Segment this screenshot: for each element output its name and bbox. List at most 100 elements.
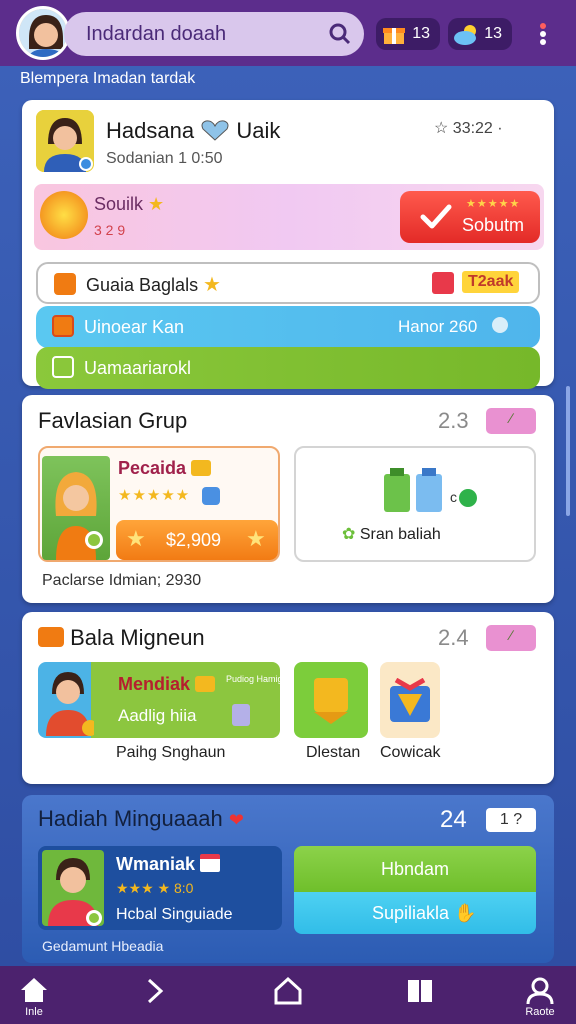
section-title: Hadiah Minguaaah ❤ — [38, 806, 244, 832]
section-title-text: Hadiah Minguaaah — [38, 806, 223, 831]
section-title: Bala Migneun — [38, 625, 205, 651]
more-menu-icon[interactable] — [536, 18, 550, 50]
book-icon — [408, 980, 432, 1002]
edit-button[interactable]: ∕ — [486, 408, 536, 434]
list-row-guides[interactable]: Guaia Baglals ★ T2aak — [36, 262, 540, 304]
page-subtitle: Blempera Imadan tardak — [20, 70, 196, 87]
pencil-icon: ∕ — [510, 410, 513, 426]
person-icon — [42, 850, 104, 926]
user-icon — [526, 977, 554, 1005]
flower-icon: ✿ — [342, 526, 356, 543]
pencil-icon: ∕ — [510, 627, 513, 643]
profile-name: Hadsana Uaik — [106, 118, 280, 144]
tag-icon — [195, 676, 216, 692]
nav-profile[interactable]: Raote — [510, 966, 570, 1024]
scrollbar[interactable] — [566, 386, 570, 516]
nav-forward[interactable] — [124, 966, 184, 1024]
section-note: Paclarse Idmian; 2930 — [42, 572, 202, 589]
price-label: $2,909 — [166, 530, 222, 550]
supplies-button[interactable]: Supiliakla ✋ — [294, 892, 536, 934]
price-button[interactable]: ★ $2,909 ★ — [116, 520, 278, 560]
user-tile-small: Pudiog Hamigs — [226, 674, 288, 684]
tag-icon — [191, 460, 212, 476]
nav-home[interactable]: Inle — [4, 966, 64, 1024]
section-title: Favlasian Grup — [38, 408, 188, 433]
promo-title: Souilk ★ — [94, 194, 164, 215]
section-count: 2.4 — [438, 625, 469, 650]
weather-count: 13 — [484, 25, 502, 42]
coin-icon — [232, 704, 250, 726]
heart-icon — [201, 120, 229, 141]
row-value: Hanor 260 — [398, 317, 478, 336]
profile-rating[interactable]: ☆ 33:22 · — [434, 118, 503, 138]
section-count: 24 — [440, 806, 467, 833]
gift-counter[interactable]: 13 — [376, 18, 440, 50]
product-stars: ★★★★★ — [118, 487, 191, 504]
user-tile-sub: Aadlig hiia — [118, 706, 197, 725]
trophy-icon — [40, 191, 88, 239]
row-badge: T2aak — [462, 271, 520, 293]
reward-user-sub: Hcbal Singuiade — [116, 906, 233, 923]
supplies-label: Supiliakla — [372, 903, 450, 923]
gift-icon — [432, 272, 454, 294]
promo-subtitle: 3 2 9 — [94, 222, 126, 238]
section-chip[interactable]: 1 ? — [486, 808, 536, 832]
profile-name-suffix: Uaik — [236, 118, 281, 143]
row-label: Guaia Baglals — [86, 275, 199, 295]
reward-tile-gold[interactable] — [294, 662, 368, 738]
search-input[interactable]: Indardan doaah — [86, 23, 226, 46]
weather-counter[interactable]: 13 — [448, 18, 512, 50]
list-row-kan[interactable]: Uinoear Kan Hanor 260 — [36, 306, 540, 348]
person-icon — [46, 672, 94, 736]
person-icon — [36, 110, 94, 172]
row-label: Uamaariarokl — [84, 358, 192, 378]
bottles-icon: c — [384, 468, 477, 512]
claim-button[interactable]: Hbndam — [294, 846, 536, 892]
info-icon — [492, 317, 508, 333]
reward-caption: Dlestan — [306, 744, 361, 761]
star-icon: ★ — [126, 526, 146, 551]
gift-count: 13 — [412, 25, 430, 42]
home-icon — [21, 978, 47, 1002]
user-avatar[interactable] — [16, 6, 70, 60]
grid-icon — [52, 315, 74, 337]
promo-button-label: Sobutm — [462, 215, 525, 235]
promo-title-text: Souilk — [94, 194, 144, 214]
heart-icon: ❤ — [228, 810, 244, 830]
cloud-icon — [454, 25, 476, 45]
user-tile-caption: Paihg Snghaun — [116, 744, 226, 761]
nav-label: Inle — [25, 1006, 43, 1018]
nav-book[interactable] — [390, 966, 450, 1024]
user-tile-title: Mendiak — [118, 674, 216, 695]
present-icon — [390, 678, 430, 722]
character-icon — [55, 472, 103, 560]
house-outline-icon — [274, 976, 302, 1005]
list-row-uamaar[interactable]: Uamaariarokl — [36, 347, 540, 389]
svg-text:c: c — [450, 489, 457, 505]
cube-icon — [52, 356, 74, 378]
promo-button[interactable]: ★★★★★ Sobutm — [400, 191, 540, 243]
product-title: Pecaida — [118, 458, 212, 479]
reward-user-title-text: Wmaniak — [116, 854, 196, 874]
star-icon: ★ — [203, 274, 221, 296]
row-label: Uinoear Kan — [84, 317, 185, 337]
section-note: Gedamunt Hbeadia — [42, 938, 164, 954]
edit-button[interactable]: ∕ — [486, 625, 536, 651]
badge-icon — [202, 487, 220, 505]
section-count: 2.3 — [438, 408, 469, 433]
star-icon: ★ — [246, 526, 266, 551]
hand-icon: ✋ — [454, 903, 477, 923]
search-bar[interactable]: Indardan doaah — [64, 12, 364, 56]
reward-caption: Cowicak — [380, 744, 441, 761]
gift-tile-label-text: Sran baliah — [359, 526, 441, 543]
gift-tile-label: ✿ Sran baliah — [342, 524, 441, 544]
nav-house[interactable] — [258, 966, 318, 1024]
profile-avatar[interactable] — [36, 110, 94, 172]
search-icon[interactable] — [328, 22, 352, 51]
reward-tile-box[interactable] — [380, 662, 440, 738]
profile-time: Sodanian 1 0:50 — [106, 150, 223, 167]
gift-icon — [383, 28, 405, 44]
check-icon — [420, 204, 452, 229]
section-title-text: Bala Migneun — [70, 625, 205, 650]
product-image — [42, 456, 110, 560]
